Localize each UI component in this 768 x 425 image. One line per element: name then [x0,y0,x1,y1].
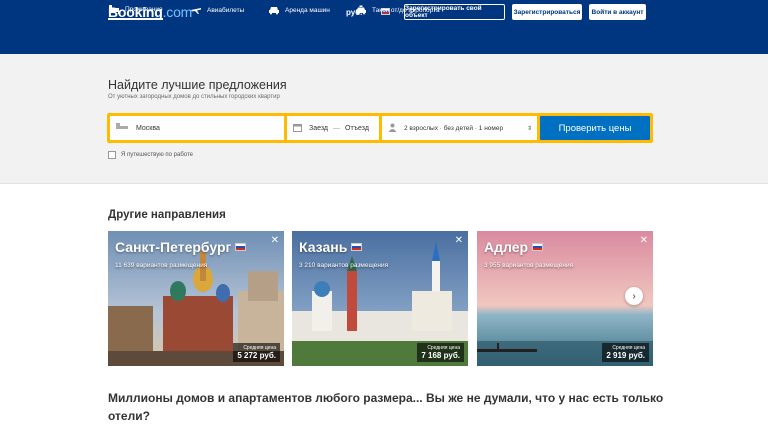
property-count: 3 210 вариантов размещения [299,262,389,269]
city-name: Санкт-Петербург [115,239,247,255]
checkout-label: Отъезд [345,124,369,132]
search-title: Найдите лучшие предложения [108,78,287,92]
city-name: Адлер [484,239,544,255]
promo-heading: Миллионы домов и апартаментов любого раз… [108,391,664,423]
property-count: 11 639 вариантов размещения [115,262,208,269]
tab-label: Авиабилеты [207,6,245,14]
price-value: 5 272 руб. [237,351,276,360]
average-price-badge: Средняя цена 7 168 руб. [417,343,464,362]
calendar-icon [293,123,303,134]
work-trip-checkbox[interactable]: Я путешествую по работе [108,151,193,159]
check-prices-button[interactable]: Проверить цены [540,116,650,140]
checkbox[interactable] [108,151,116,159]
tab-label: Такси от/до аэропорта [372,6,440,14]
price-value: 7 168 руб. [421,351,460,360]
search-subtitle: От уютных загородных домов до стильных г… [108,94,280,100]
property-count: 3 955 вариантов размещения [484,262,574,269]
russia-flag-icon [235,243,247,251]
city-name: Казань [299,239,363,255]
search-form: Москва Заезд — Отъезд 2 взрослых · без д… [107,113,653,143]
destination-card[interactable]: Казань 3 210 вариантов размещения ✕ Сред… [292,231,468,366]
russia-flag-icon [351,243,363,251]
average-price-badge: Средняя цена 5 272 руб. [233,343,280,362]
tab-accommodation[interactable]: Проживание [108,0,163,20]
chevron-updown-icon: ⇕ [526,125,532,132]
destination-input[interactable]: Москва [110,116,284,140]
average-price-badge: Средняя цена 2 919 руб. [602,343,649,362]
taxi-icon [355,5,367,15]
destination-card[interactable]: Санкт-Петербург 11 639 вариантов размеще… [108,231,284,366]
tab-airport-taxi[interactable]: Такси от/до аэропорта [355,0,440,20]
close-icon[interactable]: ✕ [271,235,279,246]
tab-label: Проживание [125,5,163,13]
close-icon[interactable]: ✕ [640,235,648,246]
destinations-title: Другие направления [108,209,226,221]
login-button[interactable]: Войти в аккаунт [589,4,646,20]
close-icon[interactable]: ✕ [455,235,463,246]
dates-separator: — [333,124,341,132]
search-section: Найдите лучшие предложения От уютных заг… [0,54,768,184]
guests-value: 2 взрослых · без детей · 1 номер [404,124,504,132]
register-button[interactable]: Зарегистрироваться [512,4,582,20]
tab-car-rental[interactable]: Аренда машин [268,0,330,20]
tab-flights[interactable]: Авиабилеты [190,0,244,20]
work-trip-label: Я путешествую по работе [121,152,193,158]
bed-icon [108,4,120,14]
plane-icon [190,5,202,15]
car-icon [268,5,280,15]
person-icon [388,123,398,134]
date-picker[interactable]: Заезд — Отъезд [287,116,379,140]
checkin-label: Заезд [309,124,329,132]
chevron-right-icon: › [632,290,636,302]
carousel-next-button[interactable]: › [625,287,643,305]
tab-label: Аренда машин [285,6,330,14]
russia-flag-icon [532,243,544,251]
price-value: 2 919 руб. [606,351,645,360]
destination-value: Москва [136,124,160,132]
top-header: Booking.com руб. Зарегистрировать свой о… [0,0,768,54]
guests-selector[interactable]: 2 взрослых · без детей · 1 номер ⇕ [382,116,537,140]
bed-icon [116,123,130,133]
